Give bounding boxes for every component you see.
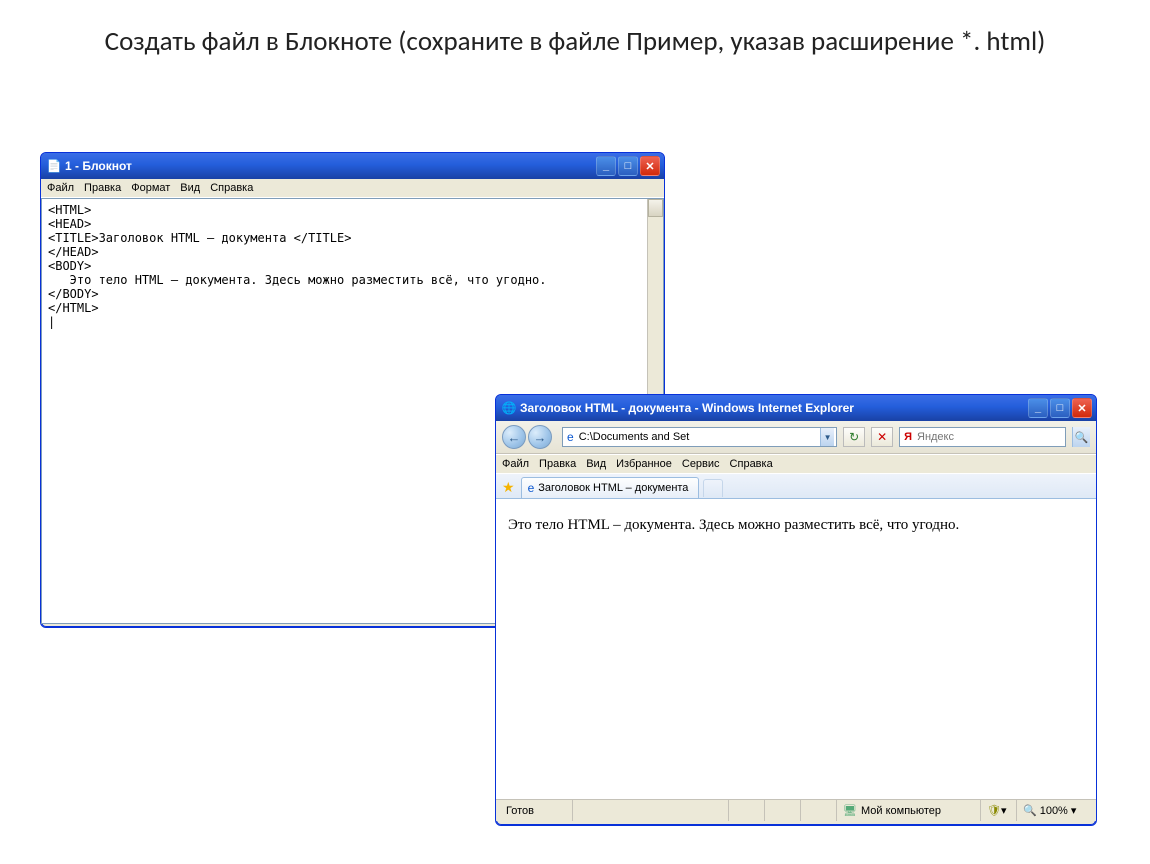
address-bar[interactable]: e ▼ [562, 427, 837, 447]
status-empty-3 [800, 800, 834, 821]
shield-icon: 🛡 [987, 804, 1001, 817]
ie-titlebar[interactable]: 🌐 Заголовок HTML - документа - Windows I… [496, 395, 1096, 421]
ie-window: 🌐 Заголовок HTML - документа - Windows I… [495, 394, 1097, 826]
menu-help[interactable]: Справка [730, 458, 773, 470]
menu-help[interactable]: Справка [210, 182, 253, 194]
tab-active[interactable]: e Заголовок HTML – документа [521, 477, 700, 498]
status-ready: Готов [500, 800, 570, 821]
page-body-text: Это тело HTML – документа. Здесь можно р… [508, 517, 959, 533]
notepad-title: 1 - Блокнот [65, 159, 596, 173]
status-spacer [572, 800, 726, 821]
status-empty-2 [764, 800, 798, 821]
search-input[interactable] [915, 430, 1061, 444]
new-tab-button[interactable] [703, 479, 723, 497]
ie-toolbar: ← → e ▼ ↻ ✕ Я 🔍 [496, 421, 1096, 454]
status-zoom[interactable]: 🔍 100% ▾ [1016, 800, 1092, 821]
computer-icon: 🖥 [843, 804, 857, 817]
status-protected-mode[interactable]: 🛡 ▾ [980, 800, 1014, 821]
maximize-button[interactable]: □ [1050, 398, 1070, 418]
notepad-titlebar[interactable]: 📄 1 - Блокнот _ □ ✕ [41, 153, 664, 179]
ie-tabbar: ★ e Заголовок HTML – документа [496, 474, 1096, 499]
yandex-icon: Я [904, 431, 912, 443]
zoom-icon: 🔍 [1023, 804, 1037, 817]
menu-file[interactable]: Файл [502, 458, 529, 470]
forward-button[interactable]: → [528, 425, 552, 449]
menu-edit[interactable]: Правка [84, 182, 121, 194]
status-zone: 🖥 Мой компьютер [836, 800, 978, 821]
zoom-value: 100% [1040, 805, 1068, 817]
stop-button[interactable]: ✕ [871, 427, 893, 447]
favorites-icon[interactable]: ★ [502, 479, 515, 496]
ie-title: Заголовок HTML - документа - Windows Int… [520, 401, 1028, 415]
search-go-button[interactable]: 🔍 [1072, 427, 1090, 447]
ie-page-content: Это тело HTML – документа. Здесь можно р… [496, 499, 1096, 799]
menu-view[interactable]: Вид [180, 182, 200, 194]
page-icon: e [567, 430, 574, 444]
menu-view[interactable]: Вид [586, 458, 606, 470]
menu-format[interactable]: Формат [131, 182, 170, 194]
minimize-button[interactable]: _ [1028, 398, 1048, 418]
status-empty-1 [728, 800, 762, 821]
close-button[interactable]: ✕ [640, 156, 660, 176]
ie-menubar: Файл Правка Вид Избранное Сервис Справка [496, 454, 1096, 474]
address-dropdown[interactable]: ▼ [820, 428, 834, 446]
refresh-button[interactable]: ↻ [843, 427, 865, 447]
page-icon: e [528, 481, 535, 495]
back-button[interactable]: ← [502, 425, 526, 449]
address-input[interactable] [577, 430, 820, 444]
menu-file[interactable]: Файл [47, 182, 74, 194]
ie-icon: 🌐 [502, 401, 516, 415]
ie-statusbar: Готов 🖥 Мой компьютер 🛡 ▾ 🔍 100% ▾ [496, 799, 1096, 821]
menu-edit[interactable]: Правка [539, 458, 576, 470]
close-button[interactable]: ✕ [1072, 398, 1092, 418]
slide-title: Создать файл в Блокноте (сохраните в фай… [0, 0, 1150, 70]
notepad-menubar: Файл Правка Формат Вид Справка [41, 179, 664, 198]
menu-tools[interactable]: Сервис [682, 458, 720, 470]
notepad-icon: 📄 [47, 159, 61, 173]
zone-label: Мой компьютер [861, 805, 941, 817]
menu-favorites[interactable]: Избранное [616, 458, 672, 470]
maximize-button[interactable]: □ [618, 156, 638, 176]
minimize-button[interactable]: _ [596, 156, 616, 176]
tab-label: Заголовок HTML – документа [538, 482, 688, 494]
search-bar[interactable]: Я [899, 427, 1066, 447]
